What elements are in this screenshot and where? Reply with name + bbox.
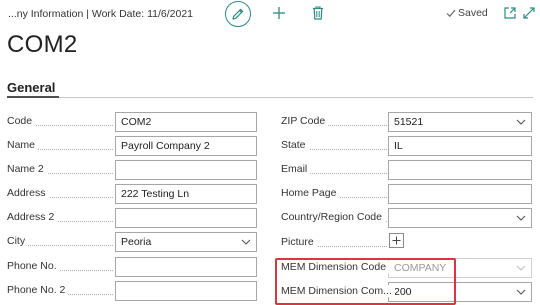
- field-address-2: Address 2: [7, 208, 258, 228]
- popout-icon: [504, 7, 516, 19]
- email-input[interactable]: [388, 160, 532, 180]
- address-input[interactable]: 222 Testing Ln: [115, 184, 257, 204]
- field-state: State IL: [281, 136, 533, 156]
- field-address: Address 222 Testing Ln: [7, 184, 258, 204]
- plus-icon: [392, 236, 401, 245]
- mem-dimension-code-value: COMPANY: [394, 262, 447, 274]
- field-label: Address 2: [7, 211, 58, 223]
- phone-no-input[interactable]: [115, 257, 257, 277]
- field-label: ZIP Code: [281, 115, 329, 127]
- code-input[interactable]: COM2: [115, 112, 257, 132]
- country-region-code-dropdown[interactable]: [388, 208, 532, 228]
- chevron-down-icon: [241, 239, 251, 245]
- saved-label: Saved: [458, 7, 488, 19]
- field-country-region-code: Country/Region Code: [281, 208, 533, 228]
- city-dropdown[interactable]: Peoria: [115, 232, 257, 252]
- field-label: Name 2: [7, 163, 47, 175]
- home-page-input[interactable]: [388, 184, 532, 204]
- field-email: Email: [281, 160, 533, 180]
- field-label: Country/Region Code: [281, 211, 385, 223]
- open-new-window-button[interactable]: [502, 5, 518, 21]
- chevron-down-icon: [516, 265, 526, 271]
- breadcrumb: ...ny Information | Work Date: 11/6/2021: [8, 8, 194, 20]
- saved-status: Saved: [446, 7, 488, 19]
- section-accent-bar: [7, 96, 59, 98]
- phone-no-2-input[interactable]: [115, 281, 257, 301]
- add-button[interactable]: [270, 4, 288, 22]
- page-title: COM2: [7, 31, 78, 58]
- mem-dimension-company-dropdown[interactable]: 200: [388, 282, 532, 302]
- field-picture: Picture: [281, 233, 533, 253]
- chevron-down-icon: [516, 289, 526, 295]
- zip-code-value: 51521: [394, 116, 424, 128]
- expand-button[interactable]: [521, 5, 537, 21]
- field-label: MEM Dimension Code: [281, 261, 390, 273]
- field-label: Phone No.: [7, 260, 60, 272]
- mem-dimension-code-dropdown: COMPANY: [388, 258, 532, 278]
- field-label: Phone No. 2: [7, 284, 69, 296]
- chevron-down-icon: [516, 215, 526, 221]
- section-title-general[interactable]: General: [7, 80, 55, 95]
- address-2-input[interactable]: [115, 208, 257, 228]
- mem-dimension-company-value: 200: [394, 286, 412, 298]
- field-mem-dimension-company: MEM Dimension Com... 200: [281, 282, 533, 302]
- section-divider: [7, 97, 533, 98]
- zip-code-dropdown[interactable]: 51521: [388, 112, 532, 132]
- field-phone-no: Phone No.: [7, 257, 258, 277]
- field-city: City Peoria: [7, 232, 258, 252]
- checkmark-icon: [446, 9, 456, 18]
- add-icon: [273, 7, 285, 19]
- field-label: State: [281, 139, 309, 151]
- delete-icon: [313, 6, 323, 20]
- field-label: Name: [7, 139, 39, 151]
- action-bar: ...ny Information | Work Date: 11/6/2021…: [0, 0, 540, 30]
- chevron-down-icon: [516, 119, 526, 125]
- city-value: Peoria: [121, 236, 152, 248]
- field-name: Name Payroll Company 2: [7, 136, 258, 156]
- field-label: Home Page: [281, 187, 340, 199]
- field-zip-code: ZIP Code 51521: [281, 112, 533, 132]
- field-phone-no-2: Phone No. 2: [7, 281, 258, 301]
- name-2-input[interactable]: [115, 160, 257, 180]
- expand-icon: [523, 7, 535, 19]
- name-input[interactable]: Payroll Company 2: [115, 136, 257, 156]
- field-label: Code: [7, 115, 36, 127]
- field-code: Code COM2: [7, 112, 258, 132]
- field-label: Address: [7, 187, 49, 199]
- edit-button[interactable]: [225, 1, 251, 27]
- field-label: MEM Dimension Com...: [281, 285, 395, 297]
- state-input[interactable]: IL: [388, 136, 532, 156]
- delete-button[interactable]: [309, 4, 327, 22]
- field-label: City: [7, 235, 29, 247]
- field-label: Picture: [281, 236, 317, 248]
- edit-icon: [232, 8, 244, 20]
- field-name-2: Name 2: [7, 160, 258, 180]
- field-home-page: Home Page: [281, 184, 533, 204]
- field-mem-dimension-code: MEM Dimension Code COMPANY: [281, 258, 533, 278]
- field-label: Email: [281, 163, 311, 175]
- add-picture-button[interactable]: [389, 233, 404, 248]
